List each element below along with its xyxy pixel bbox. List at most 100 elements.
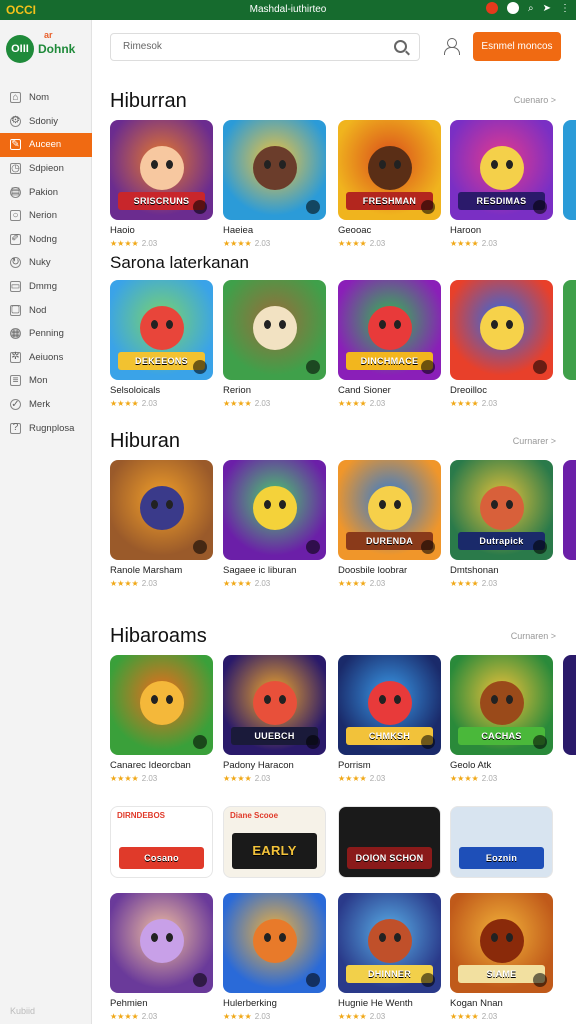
- play-icon[interactable]: [421, 735, 435, 749]
- play-icon[interactable]: [193, 973, 207, 987]
- sidebar-item-13[interactable]: ≡ Mon: [0, 369, 92, 393]
- menu-icon[interactable]: ⋮: [560, 3, 570, 14]
- game-thumbnail[interactable]: [110, 460, 213, 560]
- game-thumbnail[interactable]: DHINNER: [338, 893, 441, 993]
- game-thumbnail[interactable]: CACHAS: [450, 655, 553, 755]
- search-input[interactable]: Rimesok: [110, 33, 420, 61]
- game-card[interactable]: UUEBCH Padony Haracon ★★★★ 2.03: [223, 655, 326, 783]
- sidebar-item-2[interactable]: ⚙ Sdoniy: [0, 110, 92, 134]
- promo-image[interactable]: Eoznin: [450, 806, 553, 878]
- see-more-link[interactable]: Curnaren >: [511, 631, 556, 641]
- sidebar-item-6[interactable]: ○ Nerion: [0, 204, 92, 228]
- game-card[interactable]: Sagaee ic liburan ★★★★ 2.03: [223, 460, 326, 588]
- game-thumbnail[interactable]: DEKEEONS: [110, 280, 213, 380]
- play-icon[interactable]: [306, 540, 320, 554]
- record-icon[interactable]: [486, 2, 498, 14]
- game-thumbnail[interactable]: CHMKSH: [338, 655, 441, 755]
- promo-image[interactable]: Diane Scooe EARLY WALLENS: [223, 806, 326, 878]
- play-icon[interactable]: [533, 735, 547, 749]
- sidebar-item-7[interactable]: ✐ Nodng: [0, 228, 92, 252]
- play-icon[interactable]: [306, 200, 320, 214]
- next-card-peek[interactable]: [563, 120, 576, 220]
- game-thumbnail[interactable]: [223, 280, 326, 380]
- game-card[interactable]: FRESHMAN Geooac ★★★★ 2.03: [338, 120, 441, 248]
- game-card[interactable]: Hulerberking ★★★★ 2.03: [223, 893, 326, 1021]
- sidebar-item-1[interactable]: ⌂ Nom: [0, 86, 92, 110]
- sidebar-item-8[interactable]: ↻ Nuky: [0, 251, 92, 275]
- game-thumbnail[interactable]: [223, 893, 326, 993]
- game-thumbnail[interactable]: [223, 460, 326, 560]
- profile-icon[interactable]: [507, 2, 519, 14]
- game-thumbnail[interactable]: DURENDA: [338, 460, 441, 560]
- sidebar-item-14[interactable]: ✓ Merk: [0, 393, 92, 417]
- game-card[interactable]: Canarec Ideorcban ★★★★ 2.03: [110, 655, 213, 783]
- promo-image[interactable]: DIRNDEBOS Cosano: [110, 806, 213, 878]
- game-card[interactable]: DEKEEONS Selsoloicals ★★★★ 2.03: [110, 280, 213, 408]
- game-card[interactable]: SIAME Kogan Nnan ★★★★ 2.03: [450, 893, 553, 1021]
- game-thumbnail[interactable]: DINCHMACE: [338, 280, 441, 380]
- game-thumbnail[interactable]: RESDIMAS: [450, 120, 553, 220]
- play-icon[interactable]: [421, 200, 435, 214]
- play-icon[interactable]: [421, 540, 435, 554]
- promo-image[interactable]: DOION SCHON: [338, 806, 441, 878]
- play-icon[interactable]: [193, 540, 207, 554]
- cta-button[interactable]: Esnmel moncos: [473, 32, 561, 61]
- game-card[interactable]: Dutrapick Dmtshonan ★★★★ 2.03: [450, 460, 553, 588]
- sidebar-item-9[interactable]: ▭ Dmmg: [0, 275, 92, 299]
- game-thumbnail[interactable]: FRESHMAN: [338, 120, 441, 220]
- game-thumbnail[interactable]: [223, 120, 326, 220]
- app-logo[interactable]: OIII Dohnk ar: [6, 30, 75, 66]
- see-more-link[interactable]: Cuenaro >: [514, 95, 556, 105]
- sidebar-item-12[interactable]: ✲ Aeiuons: [0, 346, 92, 370]
- promo-card[interactable]: Diane Scooe EARLY WALLENS: [223, 806, 326, 878]
- play-icon[interactable]: [306, 360, 320, 374]
- game-card[interactable]: SRISCRUNS Haoio ★★★★ 2.03: [110, 120, 213, 248]
- sidebar-item-3[interactable]: ✎ Auceen: [0, 133, 92, 157]
- promo-card[interactable]: Eoznin: [450, 806, 553, 878]
- next-card-peek[interactable]: [563, 460, 576, 560]
- game-thumbnail[interactable]: [450, 280, 553, 380]
- play-icon[interactable]: [533, 200, 547, 214]
- next-card-peek[interactable]: [563, 655, 576, 755]
- next-card-peek[interactable]: [563, 280, 576, 380]
- play-icon[interactable]: [306, 973, 320, 987]
- game-thumbnail[interactable]: SRISCRUNS: [110, 120, 213, 220]
- play-icon[interactable]: [193, 735, 207, 749]
- send-icon[interactable]: ➤: [543, 3, 551, 14]
- game-thumbnail[interactable]: [110, 655, 213, 755]
- promo-card[interactable]: DIRNDEBOS Cosano: [110, 806, 213, 878]
- game-card[interactable]: Dreoilloc ★★★★ 2.03: [450, 280, 553, 408]
- play-icon[interactable]: [193, 360, 207, 374]
- game-card[interactable]: Pehmien ★★★★ 2.03: [110, 893, 213, 1021]
- game-thumbnail[interactable]: SIAME: [450, 893, 553, 993]
- game-card[interactable]: DINCHMACE Cand Sioner ★★★★ 2.03: [338, 280, 441, 408]
- play-icon[interactable]: [306, 735, 320, 749]
- play-icon[interactable]: [193, 200, 207, 214]
- game-thumbnail[interactable]: Dutrapick: [450, 460, 553, 560]
- game-card[interactable]: DURENDA Doosbile loobrar ★★★★ 2.03: [338, 460, 441, 588]
- game-card[interactable]: Haeiea ★★★★ 2.03: [223, 120, 326, 248]
- sidebar-item-4[interactable]: ◷ Sdpieon: [0, 157, 92, 181]
- game-card[interactable]: DHINNER Hugnie He Wenth ★★★★ 2.03: [338, 893, 441, 1021]
- game-thumbnail[interactable]: UUEBCH: [223, 655, 326, 755]
- game-card[interactable]: RESDIMAS Haroon ★★★★ 2.03: [450, 120, 553, 248]
- sidebar-item-15[interactable]: ? Rugnplosa: [0, 416, 92, 440]
- search-icon[interactable]: ⌕: [528, 3, 534, 14]
- play-icon[interactable]: [533, 360, 547, 374]
- user-icon[interactable]: [444, 38, 460, 55]
- sidebar-item-5[interactable]: ▤ Pakion: [0, 180, 92, 204]
- search-icon[interactable]: [394, 40, 407, 53]
- sidebar-item-10[interactable]: ▢ Nod: [0, 298, 92, 322]
- game-thumbnail[interactable]: [110, 893, 213, 993]
- play-icon[interactable]: [421, 973, 435, 987]
- promo-card[interactable]: DOION SCHON: [338, 806, 441, 878]
- game-card[interactable]: CACHAS Geolo Atk ★★★★ 2.03: [450, 655, 553, 783]
- play-icon[interactable]: [533, 540, 547, 554]
- game-card[interactable]: Rerion ★★★★ 2.03: [223, 280, 326, 408]
- play-icon[interactable]: [533, 973, 547, 987]
- see-more-link[interactable]: Curnarer >: [513, 436, 556, 446]
- play-icon[interactable]: [421, 360, 435, 374]
- game-card[interactable]: CHMKSH Porrism ★★★★ 2.03: [338, 655, 441, 783]
- sidebar-item-11[interactable]: ▦ Penning: [0, 322, 92, 346]
- game-card[interactable]: Ranole Marsham ★★★★ 2.03: [110, 460, 213, 588]
